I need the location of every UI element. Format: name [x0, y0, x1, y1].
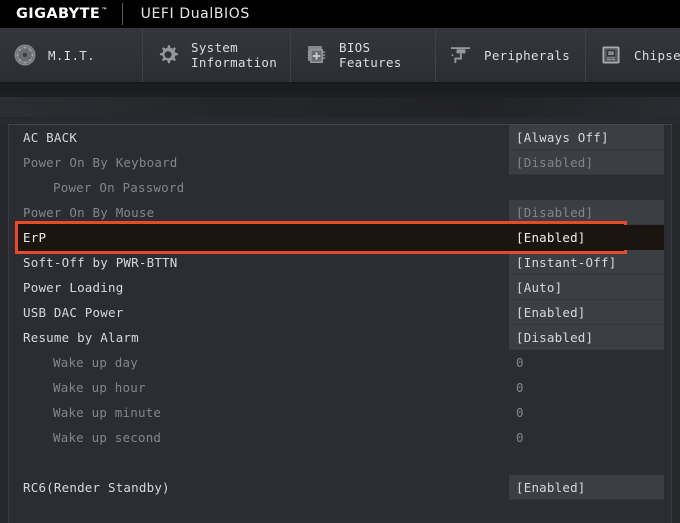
settings-row-label: AC BACK [23, 130, 78, 145]
tab-bios-features-label: BIOS Features [339, 40, 402, 70]
chip-plus-icon [307, 46, 326, 63]
tab-chipset[interactable]: Chipset [586, 28, 680, 82]
settings-row-label: Power On By Mouse [23, 205, 155, 220]
tab-underband [0, 83, 680, 123]
settings-row-value[interactable]: 0 [509, 350, 664, 375]
settings-row-label: USB DAC Power [23, 305, 124, 320]
settings-row[interactable]: AC BACK [Always Off] [9, 125, 671, 150]
settings-row-label: Wake up hour [53, 380, 146, 395]
settings-row-label: Power Loading [23, 280, 124, 295]
gigabyte-logo-text: GIGABYTE [16, 6, 101, 22]
tab-system-information[interactable]: System Information [143, 28, 291, 82]
underband-sheen [0, 97, 680, 117]
settings-row[interactable]: Power Loading [Auto] [9, 275, 671, 300]
brand-divider [121, 3, 123, 25]
chipset-icon [602, 46, 620, 64]
gear-icon [159, 45, 178, 64]
gauge-icon [14, 44, 36, 66]
connector-icon [451, 47, 470, 63]
settings-row-label: Power On By Keyboard [23, 155, 178, 170]
settings-row-value[interactable]: [Always Off] [509, 125, 664, 150]
settings-spacer [9, 450, 671, 475]
settings-row-label: Wake up second [53, 430, 162, 445]
settings-row-value[interactable]: [Enabled] [509, 300, 664, 325]
settings-list: AC BACK [Always Off] Power On By Keyboard [… [9, 125, 671, 500]
settings-row[interactable]: Wake up minute 0 [9, 400, 671, 425]
tab-chipset-label: Chipset [634, 47, 680, 63]
settings-row-label: Wake up day [53, 355, 138, 370]
settings-row-label: Power On Password [53, 180, 185, 195]
settings-row[interactable]: Wake up day 0 [9, 350, 671, 375]
settings-row[interactable]: Power On By Keyboard [Disabled] [9, 150, 671, 175]
settings-row[interactable]: USB DAC Power [Enabled] [9, 300, 671, 325]
settings-row-label: Resume by Alarm [23, 330, 139, 345]
settings-row-value[interactable]: [Enabled] [509, 475, 664, 500]
settings-row-label: RC6(Render Standby) [23, 480, 170, 495]
settings-row-value[interactable]: [Disabled] [509, 325, 664, 350]
main-tab-bar: M.I.T. System Information BIOS Features … [0, 28, 680, 83]
app-title: UEFI DualBIOS [140, 6, 250, 22]
tab-peripherals[interactable]: Peripherals [436, 28, 586, 82]
settings-row[interactable]: Wake up hour 0 [9, 375, 671, 400]
settings-row[interactable]: RC6(Render Standby) [Enabled] [9, 475, 671, 500]
settings-row-value[interactable]: [Enabled] [509, 225, 664, 250]
tab-mit-label: M.I.T. [48, 47, 95, 63]
gigabyte-logo: GIGABYTE™ [16, 6, 108, 22]
settings-row-value[interactable]: [Disabled] [509, 150, 664, 175]
brand-bar: GIGABYTE™ UEFI DualBIOS [0, 0, 680, 28]
tab-peripherals-label: Peripherals [484, 47, 571, 63]
settings-panel: AC BACK [Always Off] Power On By Keyboard [… [8, 124, 672, 523]
settings-row-label: Wake up minute [53, 405, 162, 420]
settings-row[interactable]: Resume by Alarm [Disabled] [9, 325, 671, 350]
settings-row[interactable]: Power On Password [9, 175, 671, 200]
settings-row-label: Soft-Off by PWR-BTTN [23, 255, 178, 270]
settings-row[interactable]: Wake up second 0 [9, 425, 671, 450]
settings-row-value[interactable]: 0 [509, 425, 664, 450]
tab-system-information-label: System Information [191, 40, 278, 70]
settings-row-value[interactable]: [Auto] [509, 275, 664, 300]
trademark-symbol: ™ [101, 7, 108, 15]
tab-bios-features[interactable]: BIOS Features [291, 28, 436, 82]
tab-mit[interactable]: M.I.T. [0, 28, 143, 82]
settings-row-value[interactable]: 0 [509, 400, 664, 425]
settings-row-value[interactable]: 0 [509, 375, 664, 400]
settings-row[interactable]: ErP [Enabled] [9, 221, 671, 254]
bios-setup-screen: GIGABYTE™ UEFI DualBIOS M.I.T. System In… [0, 0, 680, 523]
settings-row-label: ErP [23, 230, 47, 245]
